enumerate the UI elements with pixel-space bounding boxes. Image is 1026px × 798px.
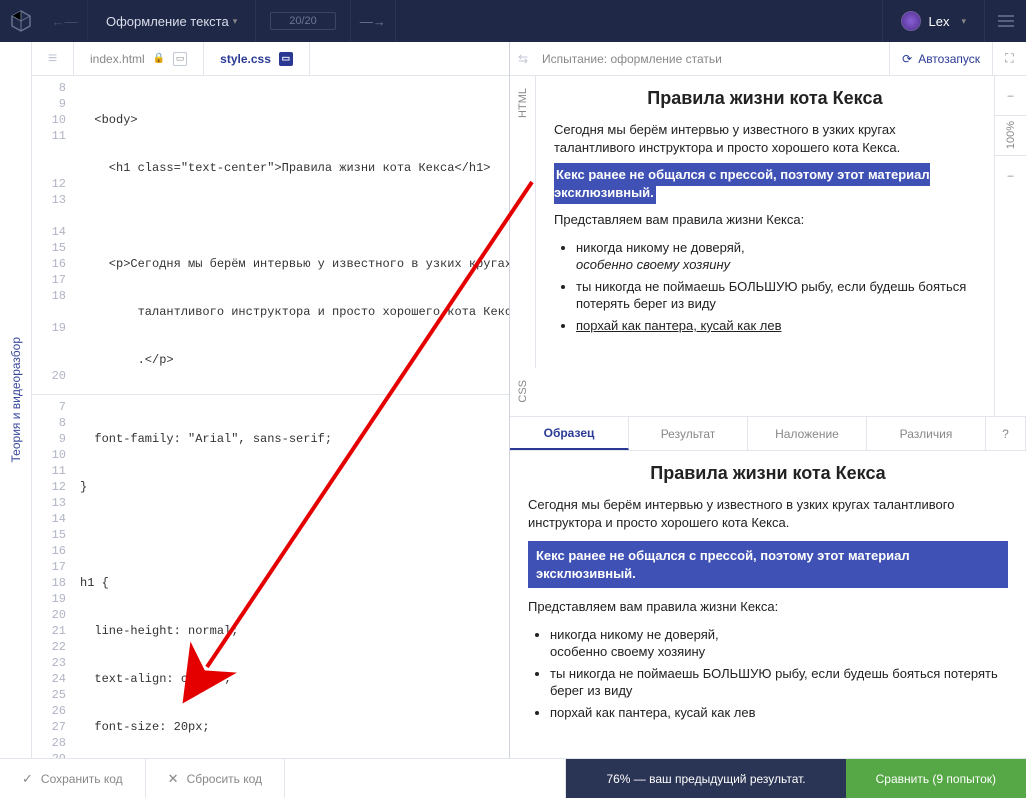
preview-strip-html[interactable]: HTML [510,76,536,416]
preview-tools: – 100% – [994,76,1026,416]
code-area[interactable]: <body> <h1 class="text-center">Правила ж… [74,76,509,394]
gutter-toggle-icon[interactable]: ≡ [32,42,74,75]
hamburger-menu-button[interactable] [984,0,1026,42]
preview-pane: ⇆ Испытание: оформление статьи ⟳ Автозап… [510,42,1026,758]
tab-diff[interactable]: Различия [867,417,986,450]
list-item: никогда никому не доверяй,особенно своем… [576,239,976,274]
theory-sidebar[interactable]: Теория и видеоразбор [0,42,32,758]
code-area[interactable]: font-family: "Arial", sans-serif; } h1 {… [74,395,509,758]
article-highlight: Кекс ранее не общался с прессой, поэтому… [554,163,930,204]
preview-header: ⇆ Испытание: оформление статьи ⟳ Автозап… [510,42,1026,76]
list-item: ты никогда не поймаешь БОЛЬШУЮ рыбу, есл… [576,278,976,313]
preview-body: Правила жизни кота Кекса Сегодня мы берё… [536,76,994,416]
editor-tabs: ≡ index.html 🔒 ▭ style.css ▭ [32,42,509,76]
tab-help[interactable]: ? [986,417,1026,450]
article-list: никогда никому не доверяй,особенно своем… [576,239,976,335]
zoom-out-button[interactable]: – [995,76,1026,116]
tab-result[interactable]: Результат [629,417,748,450]
article-p3: Представляем вам правила жизни Кекса: [528,598,1008,616]
line-gutter: 89101112131415161718192021222324 [32,76,74,394]
zoom-in-button[interactable]: – [995,156,1026,196]
tab-label: index.html [90,52,145,66]
lesson-counter: 20/20 [270,12,336,30]
zoom-level: 100% [995,116,1026,156]
chevron-down-icon: ▾ [961,16,966,27]
list-item: ты никогда не поймаешь БОЛЬШУЮ рыбу, есл… [550,665,1008,700]
tab-label: style.css [220,52,271,66]
tab-index-html[interactable]: index.html 🔒 ▭ [74,42,204,75]
save-code-button[interactable]: ✓ Сохранить код [0,759,146,798]
article-highlight: Кекс ранее не общался с прессой, поэтому… [528,541,1008,588]
lesson-title-text: Оформление текста [106,14,229,29]
app-header: ←― Оформление текста ▾ 20/20 ―→ Lex ▾ [0,0,1026,42]
preview-title: Испытание: оформление статьи [536,52,889,66]
pane-resize-handle[interactable]: ⇆ [510,52,536,66]
editor-css[interactable]: 7891011121314151617181920212223242526272… [32,395,509,758]
result-tabs: Образец Результат Наложение Различия ? [510,417,1026,451]
close-icon: ✕ [168,771,179,787]
article-list: никогда никому не доверяй,особенно своем… [550,626,1008,722]
footer-spacer [285,759,566,798]
tab-overlay[interactable]: Наложение [748,417,867,450]
footer-bar: ✓ Сохранить код ✕ Сбросить код 76% — ваш… [0,758,1026,798]
live-preview: HTML Правила жизни кота Кекса Сегодня мы… [510,76,1026,416]
reset-code-button[interactable]: ✕ Сбросить код [146,759,285,798]
editor-pane: ≡ index.html 🔒 ▭ style.css ▭ 89101112131… [32,42,510,758]
check-icon: ✓ [22,771,33,787]
user-name: Lex [929,14,950,29]
tab-style-css[interactable]: style.css ▭ [204,42,310,75]
autorun-toggle[interactable]: ⟳ Автозапуск [889,42,992,76]
editor-html[interactable]: 89101112131415161718192021222324 <body> … [32,76,509,394]
compare-button[interactable]: Сравнить (9 попыток) [846,759,1026,798]
lock-icon: 🔒 [153,53,165,64]
list-item: никогда никому не доверяй,особенно своем… [550,626,1008,661]
article-p3: Представляем вам правила жизни Кекса: [554,211,976,229]
tab-layout-icon: ▭ [279,52,293,66]
user-menu[interactable]: Lex ▾ [882,0,985,42]
theory-sidebar-label: Теория и видеоразбор [9,337,23,462]
list-item: порхай как пантера, кусай как лев [576,317,976,335]
nav-next-button[interactable]: ―→ [350,0,396,42]
preview-strip-css[interactable]: CSS [510,368,536,416]
article-title: Правила жизни кота Кекса [554,88,976,109]
nav-prev-button[interactable]: ←― [42,0,88,42]
line-gutter: 7891011121314151617181920212223242526272… [32,395,74,758]
refresh-icon: ⟳ [902,52,912,66]
chevron-down-icon: ▾ [233,16,238,27]
article-title: Правила жизни кота Кекса [528,463,1008,484]
score-status: 76% — ваш предыдущий результат. [566,759,845,798]
article-p1: Сегодня мы берём интервью у известного в… [528,496,1008,531]
fullscreen-button[interactable]: ⛶ [992,42,1026,76]
tab-sample[interactable]: Образец [510,417,629,450]
lesson-title[interactable]: Оформление текста ▾ [88,0,256,42]
main-area: Теория и видеоразбор ≡ index.html 🔒 ▭ st… [0,42,1026,758]
reset-label: Сбросить код [187,772,262,786]
save-label: Сохранить код [41,772,123,786]
list-item: порхай как пантера, кусай как лев [550,704,1008,722]
article-p1: Сегодня мы берём интервью у известного в… [554,121,976,156]
sample-body: Правила жизни кота Кекса Сегодня мы берё… [510,451,1026,737]
avatar-icon [901,11,921,31]
tab-layout-icon: ▭ [173,52,187,66]
result-section: Образец Результат Наложение Различия ? П… [510,416,1026,758]
autorun-label: Автозапуск [918,52,980,66]
logo-icon[interactable] [0,0,42,42]
